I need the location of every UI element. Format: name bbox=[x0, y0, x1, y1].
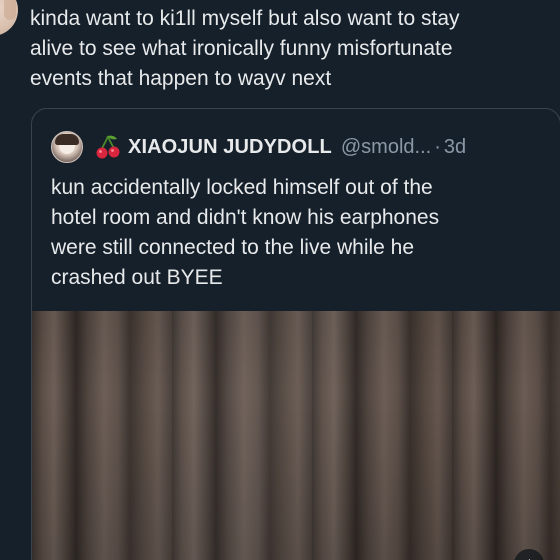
mute-icon bbox=[528, 559, 530, 560]
tweet-text: kinda want to ki1ll myself but also want… bbox=[30, 7, 460, 90]
quoted-author-avatar[interactable] bbox=[51, 131, 83, 163]
cherry-icon bbox=[96, 135, 120, 159]
quoted-tweet-text: kun accidentally locked himself out of t… bbox=[51, 176, 440, 289]
quoted-timestamp[interactable]: 3d bbox=[444, 136, 466, 159]
media-sheen bbox=[32, 311, 560, 560]
quoted-handle[interactable]: @smold... bbox=[341, 136, 431, 159]
quoted-tweet-header: XIAOJUN JUDYDOLL @smold... · 3d bbox=[51, 130, 466, 164]
author-avatar[interactable] bbox=[0, 0, 18, 36]
quoted-media-video[interactable] bbox=[32, 311, 560, 560]
separator-dot: · bbox=[434, 135, 441, 158]
quoted-display-name[interactable]: XIAOJUN JUDYDOLL bbox=[128, 136, 332, 159]
screen: kinda want to ki1ll myself but also want… bbox=[0, 0, 560, 560]
quoted-tweet-card[interactable]: XIAOJUN JUDYDOLL @smold... · 3d kun acci… bbox=[31, 108, 560, 560]
